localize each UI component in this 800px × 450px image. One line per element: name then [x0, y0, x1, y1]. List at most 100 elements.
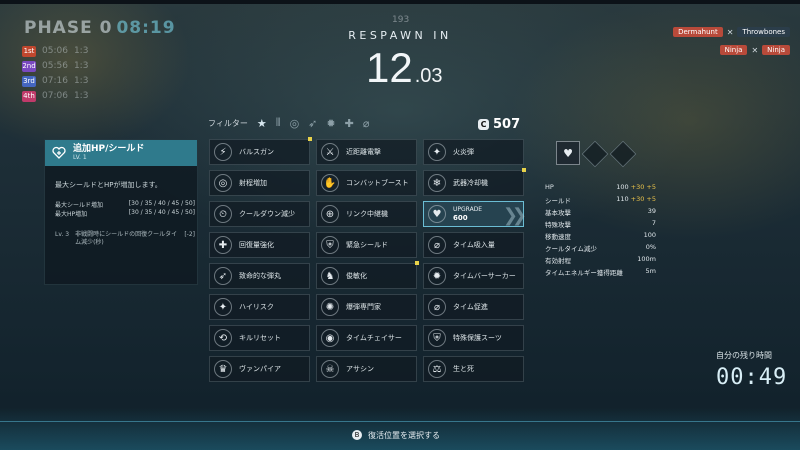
augment-card[interactable]: ♛ ヴァンパイア: [209, 356, 310, 382]
augment-card[interactable]: ✚ 回復量強化: [209, 232, 310, 258]
kill-reset-icon: ⟲: [214, 329, 232, 347]
protective-suit-icon: ⛨: [428, 329, 446, 347]
augment-label: キルリセット: [239, 334, 281, 342]
stat-value: 110: [616, 195, 629, 203]
augment-label: 致命的な弾丸: [239, 272, 281, 280]
star-icon[interactable]: ★: [257, 117, 267, 130]
level-note: Lv. 3 非戦闘時にシールドの回復クールタイム減少(秒) [-2]: [55, 231, 195, 247]
level-note-lv: Lv. 3: [55, 231, 70, 238]
augment-card[interactable]: ➶ 致命的な弾丸: [209, 263, 310, 289]
combat-boost-icon: ✋: [321, 174, 339, 192]
level-note-value: [-2]: [184, 231, 195, 238]
lethal-round-icon: ➶: [214, 267, 232, 285]
roster-row: 4th 07:06 1:3: [22, 90, 102, 102]
kill-icon: ✕: [726, 27, 734, 37]
time-chaser-icon: ◉: [321, 329, 339, 347]
augment-label: ハイリスク: [239, 303, 274, 311]
roster-row: 2nd 05:56 1:3: [22, 60, 102, 72]
augment-label: 生と死: [453, 365, 474, 373]
stat-row: タイムエネルギー獲得距離 5m: [545, 267, 656, 277]
augment-card[interactable]: ◉ タイムチェイサー: [316, 325, 417, 351]
burst-icon[interactable]: ✹: [326, 117, 335, 130]
time-boost-icon: ⌀: [428, 298, 446, 316]
filter-label: フィルター: [208, 118, 248, 128]
roster-score: 1:3: [73, 61, 89, 71]
hp-shield-icon: [51, 145, 67, 161]
rank-badge: 4th: [22, 90, 36, 102]
time-berserker-icon: ✹: [428, 267, 446, 285]
augment-card[interactable]: ⚡ バルスガン: [209, 137, 312, 165]
augment-label: コンバットブースト: [346, 179, 409, 187]
killfeed-row: Dermahunt ✕ Throwbones: [673, 25, 790, 39]
hp-shield-icon: ♥: [428, 205, 446, 223]
augment-card[interactable]: ◎ 射程増加: [209, 170, 310, 196]
new-indicator: [522, 168, 526, 172]
augment-card[interactable]: ⟲ キルリセット: [209, 325, 310, 351]
chevron-right-icon: ❯❯: [502, 204, 527, 226]
rank-badge: 2nd: [22, 60, 36, 72]
augment-card[interactable]: ⌀ タイム吸入量: [423, 232, 524, 258]
augment-label: 俊敏化: [346, 272, 367, 280]
augment-label: クールダウン減少: [239, 210, 295, 218]
augment-card[interactable]: ⚔ 近距離電撃: [316, 139, 417, 165]
stat-bonus: +30 +5: [630, 195, 656, 203]
detail-header: 追加HP/シールド LV. 1: [45, 140, 197, 166]
stat-tier-icons: ♥: [556, 140, 637, 168]
augment-card[interactable]: ✦ ハイリスク: [209, 294, 310, 320]
stat-row: 基本攻撃 39: [545, 207, 656, 217]
augment-card[interactable]: ⛨ 緊急シールド: [316, 232, 417, 258]
augment-label: リンク中継機: [346, 210, 388, 218]
augment-label: タイム吸入量: [453, 241, 495, 249]
augment-card[interactable]: ✺ 爆弾専門家: [316, 294, 417, 320]
augment-card[interactable]: ⌀ タイム促進: [423, 294, 524, 320]
agility-icon: ♞: [321, 267, 339, 285]
stat-value: 7: [651, 219, 656, 227]
target-icon[interactable]: ◎: [290, 117, 300, 130]
augment-label: 爆弾専門家: [346, 303, 381, 311]
range-icon: ◎: [214, 174, 232, 192]
heal-boost-icon: ✚: [214, 236, 232, 254]
augment-card[interactable]: ⚖ 生と死: [423, 356, 524, 382]
augment-card[interactable]: ♥ UPGRADE 600 ❯❯: [423, 201, 527, 227]
augment-card[interactable]: ☠ アサシン: [316, 356, 417, 382]
stat-label: 最大HP増加: [55, 211, 88, 218]
roster-row: 3rd 07:16 1:3: [22, 75, 102, 87]
rank-badge: 1st: [22, 45, 36, 57]
select-respawn-button[interactable]: B 復活位置を選択する: [352, 429, 440, 441]
augment-card[interactable]: ⏲ クールダウン減少: [209, 201, 310, 227]
augment-card[interactable]: ✦ 火炎弾: [423, 139, 524, 165]
time-absorb-icon: ⌀: [428, 236, 446, 254]
killer-name: Dermahunt: [673, 27, 723, 37]
null-icon[interactable]: ⌀: [363, 117, 370, 130]
bullet-icon[interactable]: ➶: [308, 117, 317, 130]
stat-value: 100m: [637, 255, 656, 263]
weapon-cooler-icon: ❄: [428, 174, 446, 192]
phase-time: 08:19: [116, 18, 176, 38]
kill-icon: ✕: [751, 45, 759, 55]
respawn-countdown: 12.03: [366, 44, 443, 92]
killfeed-row: Ninja ✕ Ninja: [719, 43, 790, 57]
respawn-fraction: .03: [414, 65, 443, 87]
augment-label: バルスガン: [239, 148, 274, 156]
emergency-shield-icon: ⛨: [321, 236, 339, 254]
bars-icon[interactable]: ⦀: [276, 116, 281, 130]
augment-card[interactable]: ✋ コンバットブースト: [316, 170, 417, 196]
stat-value: 39: [647, 207, 656, 215]
new-indicator: [415, 261, 419, 265]
augment-card[interactable]: ❄ 武器冷却機: [423, 168, 526, 196]
select-respawn-label: 復活位置を選択する: [368, 430, 440, 440]
augment-label: 射程増加: [239, 179, 267, 187]
plus-icon[interactable]: ✚: [345, 117, 354, 130]
stat-value: 0%: [645, 243, 656, 251]
augment-label: タイムバーサーカー: [453, 272, 516, 280]
roster-time: 07:16: [42, 76, 68, 86]
stat-label: 移動速度: [545, 233, 571, 241]
detail-stat-row: 最大HP増加 [30 / 35 / 40 / 45 / 50]: [55, 209, 195, 218]
augment-card[interactable]: ✹ タイムバーサーカー: [423, 263, 524, 289]
augment-detail-panel: 追加HP/シールド LV. 1 最大シールドとHPが増加します。 最大シールド増…: [44, 139, 198, 285]
augment-label: 緊急シールド: [346, 241, 388, 249]
augment-card[interactable]: ♞ 俊敏化: [316, 261, 419, 289]
augment-card[interactable]: ⛨ 特殊保護スーツ: [423, 325, 524, 351]
upgrade-cost: 600: [453, 214, 468, 222]
augment-card[interactable]: ⊕ リンク中継機: [316, 201, 417, 227]
